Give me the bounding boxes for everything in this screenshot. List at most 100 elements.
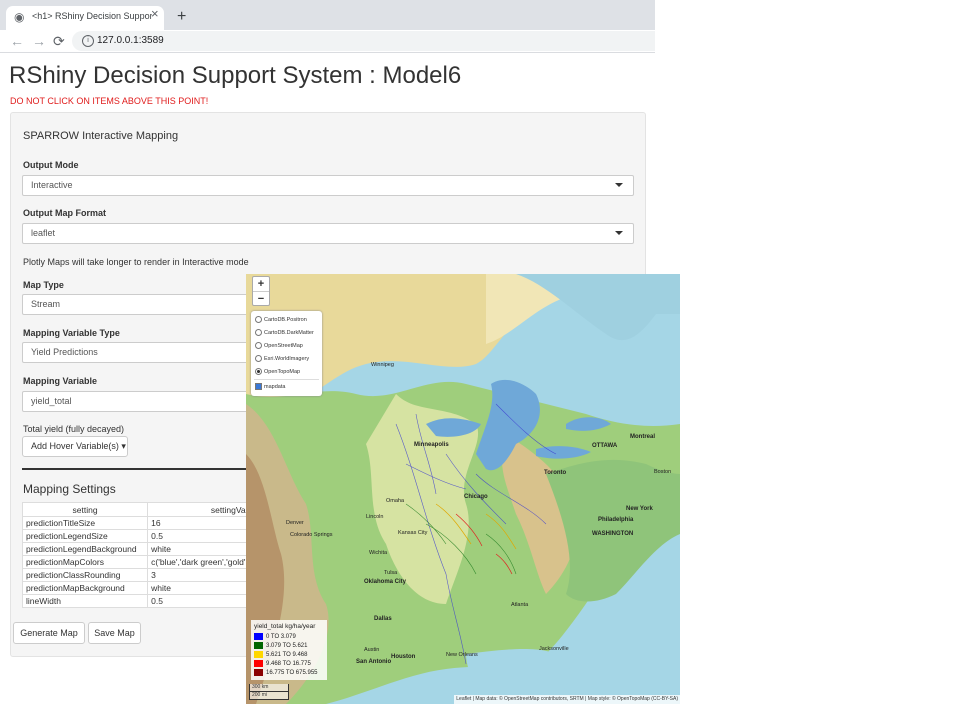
- table-row[interactable]: predictionLegendBackground white: [21, 542, 262, 556]
- output-mode-label: Output Mode: [23, 160, 79, 170]
- radio-icon[interactable]: [255, 329, 262, 336]
- output-mode-select[interactable]: Interactive: [22, 175, 634, 196]
- layer-option-cartodb-positron[interactable]: CartoDB.Positron: [255, 316, 307, 324]
- warning-text: DO NOT CLICK ON ITEMS ABOVE THIS POINT!: [10, 96, 209, 106]
- setting-cell[interactable]: predictionLegendSize: [21, 529, 149, 543]
- save-map-button[interactable]: Save Map: [88, 622, 141, 644]
- city-label: San Antonio: [356, 659, 392, 665]
- city-label: Toronto: [544, 470, 567, 476]
- checkbox-checked-icon[interactable]: [255, 383, 262, 390]
- table-row[interactable]: predictionLegendSize 0.5: [21, 529, 262, 543]
- close-tab-icon[interactable]: ×: [151, 7, 159, 21]
- city-label: Tulsa: [384, 570, 398, 576]
- layer-option-esri-worldimagery[interactable]: Esri.WorldImagery: [255, 355, 309, 363]
- new-tab-button[interactable]: +: [177, 9, 186, 25]
- city-label: WASHINGTON: [592, 531, 634, 537]
- setting-value-cell[interactable]: white: [147, 581, 262, 595]
- radio-selected-icon[interactable]: [255, 368, 262, 375]
- table-row[interactable]: lineWidth 0.5: [21, 594, 262, 608]
- map-legend: yield_total kg/ha/year 0 TO 3.079 3.079 …: [251, 620, 327, 680]
- output-mode-value: Interactive: [31, 180, 73, 190]
- scale-km: 300 km: [249, 684, 289, 692]
- reload-button[interactable]: ⟳: [53, 32, 65, 50]
- city-label: Atlanta: [511, 602, 529, 608]
- table-row[interactable]: predictionMapColors c('blue','dark green'…: [21, 555, 262, 569]
- city-label: Wichita: [369, 550, 388, 556]
- caret-down-icon: [615, 231, 623, 235]
- generate-map-button[interactable]: Generate Map: [13, 622, 85, 644]
- output-map-format-select[interactable]: leaflet: [22, 223, 634, 244]
- legend-label: 9.468 TO 16.775: [266, 661, 311, 668]
- legend-label: 16.775 TO 675.955: [266, 670, 318, 677]
- setting-value-cell[interactable]: 0.5: [147, 594, 262, 608]
- setting-cell[interactable]: predictionClassRounding: [21, 568, 149, 582]
- table-row[interactable]: predictionMapBackground white: [21, 581, 262, 595]
- variable-description: Total yield (fully decayed): [23, 424, 125, 434]
- layer-option-openstreetmap[interactable]: OpenStreetMap: [255, 342, 303, 350]
- city-label: Chicago: [464, 494, 488, 500]
- address-bar[interactable]: i 127.0.0.1:3589: [72, 31, 655, 51]
- overlay-option-mapdata[interactable]: mapdata: [255, 383, 285, 391]
- browser-tab[interactable]: ◉ <h1> RShiny Decision Support S: [6, 6, 164, 30]
- plotly-note: Plotly Maps will take longer to render i…: [23, 257, 249, 267]
- legend-item: 3.079 TO 5.621: [254, 642, 307, 650]
- panel-title: SPARROW Interactive Mapping: [23, 130, 179, 142]
- legend-swatch: [254, 660, 263, 667]
- add-hover-variable-label: Add Hover Variable(s) ▾: [31, 441, 126, 451]
- overlay-label: mapdata: [264, 383, 286, 390]
- setting-value-cell[interactable]: 16: [147, 516, 262, 530]
- radio-icon[interactable]: [255, 316, 262, 323]
- column-header-setting-value[interactable]: settingValue: [147, 502, 262, 517]
- mapping-settings-title: Mapping Settings: [23, 482, 116, 496]
- setting-cell[interactable]: lineWidth: [21, 594, 149, 608]
- caret-down-icon: [615, 183, 623, 187]
- table-header-row: setting settingValue: [21, 502, 262, 517]
- radio-icon[interactable]: [255, 342, 262, 349]
- map-type-label: Map Type: [23, 280, 64, 290]
- table-row[interactable]: predictionClassRounding 3: [21, 568, 262, 582]
- setting-cell[interactable]: predictionTitleSize: [21, 516, 149, 530]
- info-icon[interactable]: i: [82, 35, 94, 47]
- city-label: Boston: [654, 469, 672, 475]
- setting-value-cell[interactable]: white: [147, 542, 262, 556]
- layer-label: Esri.WorldImagery: [264, 355, 310, 362]
- city-label: Winnipeg: [371, 362, 394, 368]
- legend-swatch: [254, 633, 263, 640]
- table-row[interactable]: predictionTitleSize 16: [21, 516, 262, 530]
- radio-icon[interactable]: [255, 355, 262, 362]
- layer-option-opentopomap[interactable]: OpenTopoMap: [255, 368, 300, 376]
- legend-swatch: [254, 642, 263, 649]
- layer-divider: [254, 379, 319, 380]
- setting-cell[interactable]: predictionLegendBackground: [21, 542, 149, 556]
- legend-swatch: [254, 669, 263, 676]
- map-attribution[interactable]: Leaflet | Map data: © OpenStreetMap cont…: [454, 695, 680, 704]
- setting-value-cell[interactable]: 3: [147, 568, 262, 582]
- zoom-control: + −: [252, 276, 270, 306]
- city-label: New York: [626, 506, 653, 512]
- save-map-label: Save Map: [94, 628, 135, 638]
- leaflet-map[interactable]: + − CartoDB.Positron CartoDB.DarkMatter …: [246, 274, 680, 704]
- back-button[interactable]: ←: [10, 32, 24, 50]
- setting-value-cell[interactable]: 0.5: [147, 529, 262, 543]
- legend-label: 3.079 TO 5.621: [266, 643, 308, 650]
- legend-item: 5.621 TO 9.468: [254, 651, 307, 659]
- city-label: Colorado Springs: [290, 532, 333, 538]
- layer-control: CartoDB.Positron CartoDB.DarkMatter Open…: [251, 311, 322, 396]
- legend-item: 9.468 TO 16.775: [254, 660, 311, 668]
- city-label: Austin: [364, 647, 380, 653]
- forward-button[interactable]: →: [32, 32, 46, 50]
- add-hover-variable-button[interactable]: Add Hover Variable(s) ▾: [22, 436, 128, 457]
- zoom-in-button[interactable]: +: [253, 277, 269, 291]
- column-header-setting[interactable]: setting: [21, 502, 149, 517]
- setting-cell[interactable]: predictionMapColors: [21, 555, 149, 569]
- mapping-variable-type-label: Mapping Variable Type: [23, 328, 120, 338]
- setting-value-cell[interactable]: c('blue','dark green','gold','r: [147, 555, 262, 569]
- scale-mi: 200 mi: [249, 692, 289, 700]
- settings-table[interactable]: setting settingValue predictionTitleSize…: [21, 502, 262, 608]
- zoom-out-button[interactable]: −: [253, 291, 269, 306]
- browser-toolbar: ← → ⟳ i 127.0.0.1:3589: [0, 30, 655, 53]
- layer-option-cartodb-darkmatter[interactable]: CartoDB.DarkMatter: [255, 329, 314, 337]
- setting-cell[interactable]: predictionMapBackground: [21, 581, 149, 595]
- map-type-value: Stream: [31, 299, 61, 309]
- url-text[interactable]: 127.0.0.1:3589: [97, 35, 164, 46]
